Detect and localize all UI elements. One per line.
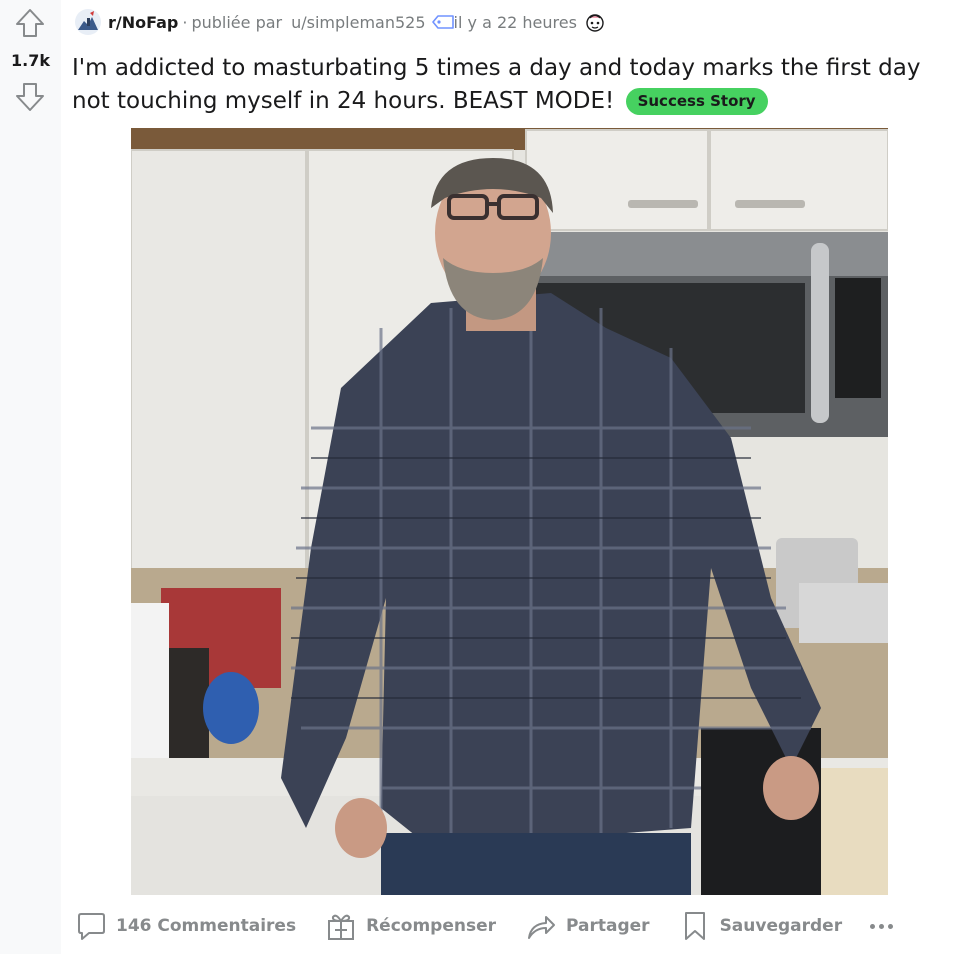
comment-bubble-icon [78, 913, 105, 940]
post-flair[interactable]: Success Story [625, 88, 768, 115]
post-title[interactable]: I'm addicted to masturbating 5 times a d… [72, 52, 942, 118]
username-link[interactable]: u/simpleman525 [291, 13, 425, 32]
ellipsis-dot [879, 923, 885, 929]
share-label: Partager [566, 916, 650, 936]
more-options-button[interactable] [870, 923, 897, 929]
vote-column: 1.7k [0, 0, 61, 954]
meta-separator: · [182, 12, 188, 32]
share-button[interactable]: Partager [526, 910, 650, 942]
gift-icon [328, 914, 355, 940]
ellipsis-dot [870, 923, 876, 929]
vote-score: 1.7k [11, 51, 50, 70]
share-arrow-icon [528, 916, 556, 939]
arrow-down-icon [16, 83, 44, 111]
post-actions: 146 Commentaires Récompenser Partager Sa… [76, 905, 897, 947]
award-button[interactable]: Récompenser [326, 910, 496, 942]
upvote-button[interactable] [15, 8, 45, 38]
downvote-button[interactable] [15, 82, 45, 112]
arrow-up-icon [16, 9, 44, 37]
award-icon[interactable] [583, 10, 607, 34]
post-meta: r/NoFap · publiée par u/simpleman525 il … [74, 8, 607, 36]
comments-count-label: 146 Commentaires [116, 916, 297, 936]
nofap-subreddit-icon[interactable] [74, 8, 102, 36]
tag-icon [431, 15, 454, 29]
award-label: Récompenser [366, 916, 497, 936]
post-timestamp[interactable]: il y a 22 heures [454, 13, 577, 32]
subreddit-link[interactable]: r/NoFap [108, 13, 178, 32]
post-image[interactable] [131, 128, 888, 895]
post-photo [131, 128, 888, 895]
save-label: Sauvegarder [719, 916, 843, 936]
bookmark-icon [684, 912, 705, 940]
save-button[interactable]: Sauvegarder [680, 910, 843, 942]
posted-by-label: publiée par [191, 12, 283, 32]
post-title-text[interactable]: I'm addicted to masturbating 5 times a d… [72, 55, 920, 114]
ellipsis-dot [888, 923, 894, 929]
comments-button[interactable]: 146 Commentaires [76, 910, 296, 942]
